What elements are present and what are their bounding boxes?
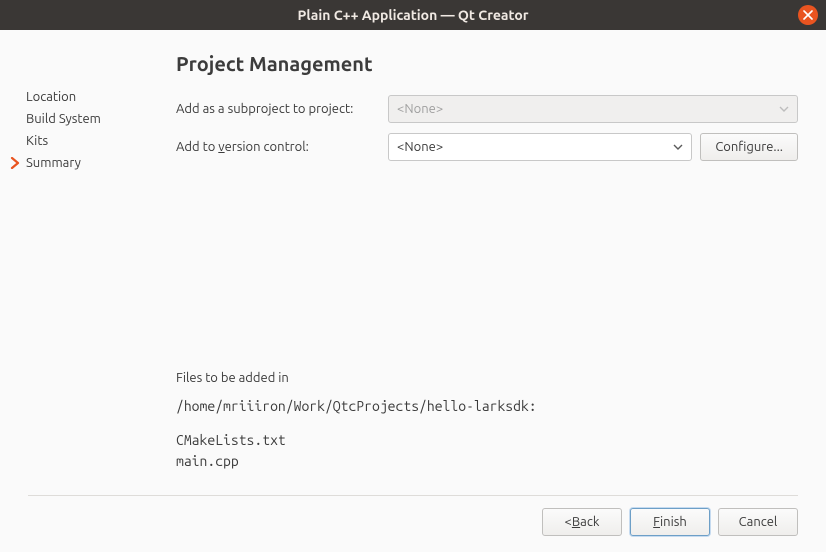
row-vcs: Add to version control: <None> Configure… <box>176 133 798 161</box>
page-title: Project Management <box>176 52 798 75</box>
sidebar-item-summary: Summary <box>26 152 150 174</box>
cancel-button[interactable]: Cancel <box>718 508 798 536</box>
subproject-value: <None> <box>397 102 443 116</box>
spacer <box>176 171 798 357</box>
titlebar: Plain C++ Application — Qt Creator <box>0 0 826 30</box>
sidebar-item-label: Summary <box>26 156 81 170</box>
chevron-right-icon <box>8 157 22 169</box>
files-path: /home/mriiiron/Work/QtcProjects/hello-la… <box>176 396 798 416</box>
content-area: Location Build System Kits Summary Proje… <box>0 30 826 481</box>
file-item: CMakeLists.txt <box>176 430 798 450</box>
sidebar-item-label: Kits <box>26 134 48 148</box>
close-icon <box>803 10 813 20</box>
files-heading: Files to be added in <box>176 369 798 388</box>
sidebar-item-label: Build System <box>26 112 101 126</box>
vcs-value: <None> <box>397 140 443 154</box>
configure-button[interactable]: Configure... <box>700 133 798 161</box>
vcs-label: Add to version control: <box>176 140 380 154</box>
main: Project Management Add as a subproject t… <box>160 40 826 481</box>
body: Location Build System Kits Summary Proje… <box>0 30 826 552</box>
back-button[interactable]: < Back <box>542 508 622 536</box>
wizard-window: Plain C++ Application — Qt Creator Locat… <box>0 0 826 552</box>
finish-button[interactable]: Finish <box>630 508 710 536</box>
sidebar-item-build-system: Build System <box>26 108 150 130</box>
sidebar-item-kits: Kits <box>26 130 150 152</box>
sidebar-item-location: Location <box>26 86 150 108</box>
button-bar: < Back Finish Cancel <box>0 496 826 552</box>
vcs-select[interactable]: <None> <box>388 133 692 161</box>
subproject-label: Add as a subproject to project: <box>176 102 380 116</box>
files-block: Files to be added in /home/mriiiron/Work… <box>176 369 798 471</box>
window-title: Plain C++ Application — Qt Creator <box>297 7 528 23</box>
sidebar-item-label: Location <box>26 90 76 104</box>
caret-down-icon <box>673 144 683 150</box>
close-button[interactable] <box>798 5 818 25</box>
sidebar: Location Build System Kits Summary <box>0 40 160 481</box>
caret-down-icon <box>779 106 789 112</box>
row-subproject: Add as a subproject to project: <None> <box>176 95 798 123</box>
file-item: main.cpp <box>176 451 798 471</box>
subproject-select: <None> <box>388 95 798 123</box>
